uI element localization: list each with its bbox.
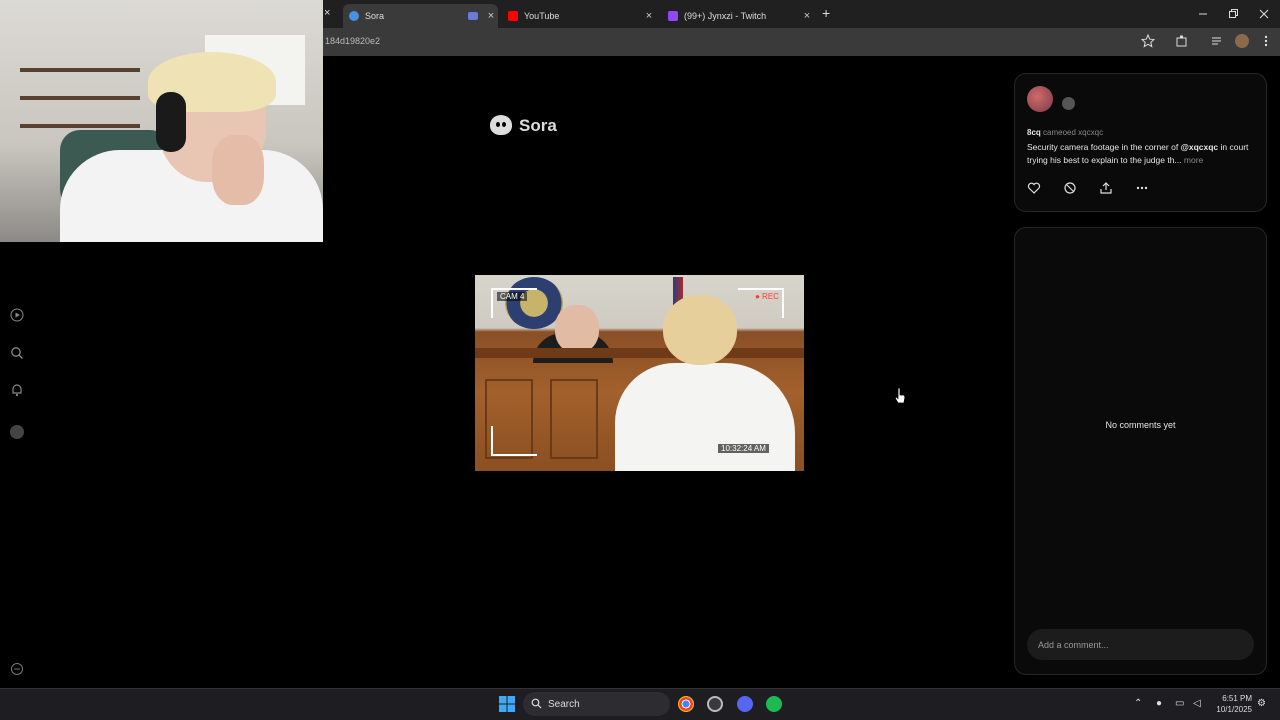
camera-timestamp: 10:32:24 AM [718,444,769,453]
post-author[interactable]: 8cq [1027,128,1041,137]
tab-close-icon[interactable]: × [800,10,814,22]
tab-label: (99+) Jynxzi - Twitch [684,11,767,21]
more-link[interactable]: more [1184,155,1203,165]
taskbar-search[interactable] [523,692,670,716]
webcam-shelf [20,68,140,72]
camera-label: CAM 4 [497,292,528,301]
restore-icon[interactable] [1227,8,1241,20]
sora-logo-icon [490,115,512,135]
sora-logo-text[interactable]: Sora [519,116,557,136]
taskbar-clock[interactable]: 6:51 PM 10/1/2025 [1208,693,1252,715]
post-cameo-text: cameoed xqcxqc [1043,128,1104,137]
youtube-favicon-icon [508,11,518,21]
tab-close-icon[interactable]: × [642,10,656,22]
tab-twitch[interactable]: (99+) Jynxzi - Twitch × [662,4,814,28]
chrome-icon[interactable] [678,696,694,712]
clock-date: 10/1/2025 [1216,705,1252,714]
judge-figure [555,305,599,353]
share-icon[interactable] [1099,181,1113,195]
new-tab-button[interactable]: + [822,5,830,21]
webcam-shelf [20,96,140,100]
search-icon[interactable] [10,346,24,360]
judge-bench [475,348,804,358]
network-icon[interactable]: ▭ [1175,698,1184,709]
discord-icon[interactable] [737,696,753,712]
close-tab-icon[interactable]: × [324,7,330,19]
bookmark-star-icon[interactable] [1141,34,1155,48]
tab-sora[interactable]: Sora × [343,4,498,28]
no-comments-text: No comments yet [1105,420,1176,430]
browser-profile-avatar[interactable] [1235,34,1249,48]
taskbar-search-label: Search [548,699,580,710]
comments-panel [1014,227,1267,675]
tray-overflow-icon[interactable]: ⌃ [1134,698,1142,709]
clock-time: 6:51 PM [1222,694,1252,703]
like-icon[interactable] [1027,181,1041,195]
microphone-icon[interactable]: ● [1156,698,1162,709]
obs-icon[interactable] [707,696,723,712]
description-text: Security camera footage in the corner of [1027,142,1181,152]
comment-input[interactable] [1027,629,1254,660]
tab-media-icon [468,12,478,20]
tab-close-icon[interactable]: × [484,10,498,22]
spotify-icon[interactable] [766,696,782,712]
post-meta: 8cq cameoed xqcxqc [1027,128,1103,137]
notification-icon[interactable]: ⚙ [1257,698,1266,709]
tab-youtube[interactable]: YouTube × [502,4,656,28]
video-player[interactable]: CAM 4 ● REC 10:32:24 AM [475,275,804,471]
tab-label: Sora [365,11,385,21]
url-text[interactable]: 184d19820e2 [325,36,380,46]
bell-icon[interactable] [10,383,24,397]
play-icon[interactable] [10,308,24,322]
media-control-icon[interactable] [1210,34,1224,48]
author-avatar[interactable] [1027,86,1053,112]
browser-menu-icon[interactable] [1259,34,1273,48]
hand-cursor-icon [894,387,906,404]
extensions-icon[interactable] [1175,34,1189,48]
camera-bracket [491,426,537,456]
tab-label: YouTube [524,11,560,21]
settings-icon[interactable] [10,662,24,676]
post-description: Security camera footage in the corner of… [1027,141,1252,167]
webcam-shelf [20,124,140,128]
volume-icon[interactable]: ◁ [1193,698,1201,709]
close-window-icon[interactable] [1258,8,1272,20]
minimize-icon[interactable] [1197,8,1211,20]
defendant-body [615,363,795,471]
rec-indicator: ● REC [755,292,779,301]
mention-link[interactable]: @xqcxqc [1181,142,1219,152]
webcam-headset [156,92,186,152]
cameo-avatar[interactable] [1062,97,1075,110]
bench-panel [550,379,598,459]
taskbar-search-icon [531,698,542,709]
webcam-hand [212,135,264,205]
twitch-favicon-icon [668,11,678,21]
streamer-webcam-overlay [0,0,323,242]
more-icon[interactable] [1135,181,1149,195]
address-bar[interactable] [323,28,1280,56]
defendant-hair [663,295,737,365]
profile-icon[interactable] [10,425,24,439]
sora-favicon-icon [349,11,359,21]
windows-start-icon[interactable] [499,696,515,712]
remix-icon[interactable] [1063,181,1077,195]
